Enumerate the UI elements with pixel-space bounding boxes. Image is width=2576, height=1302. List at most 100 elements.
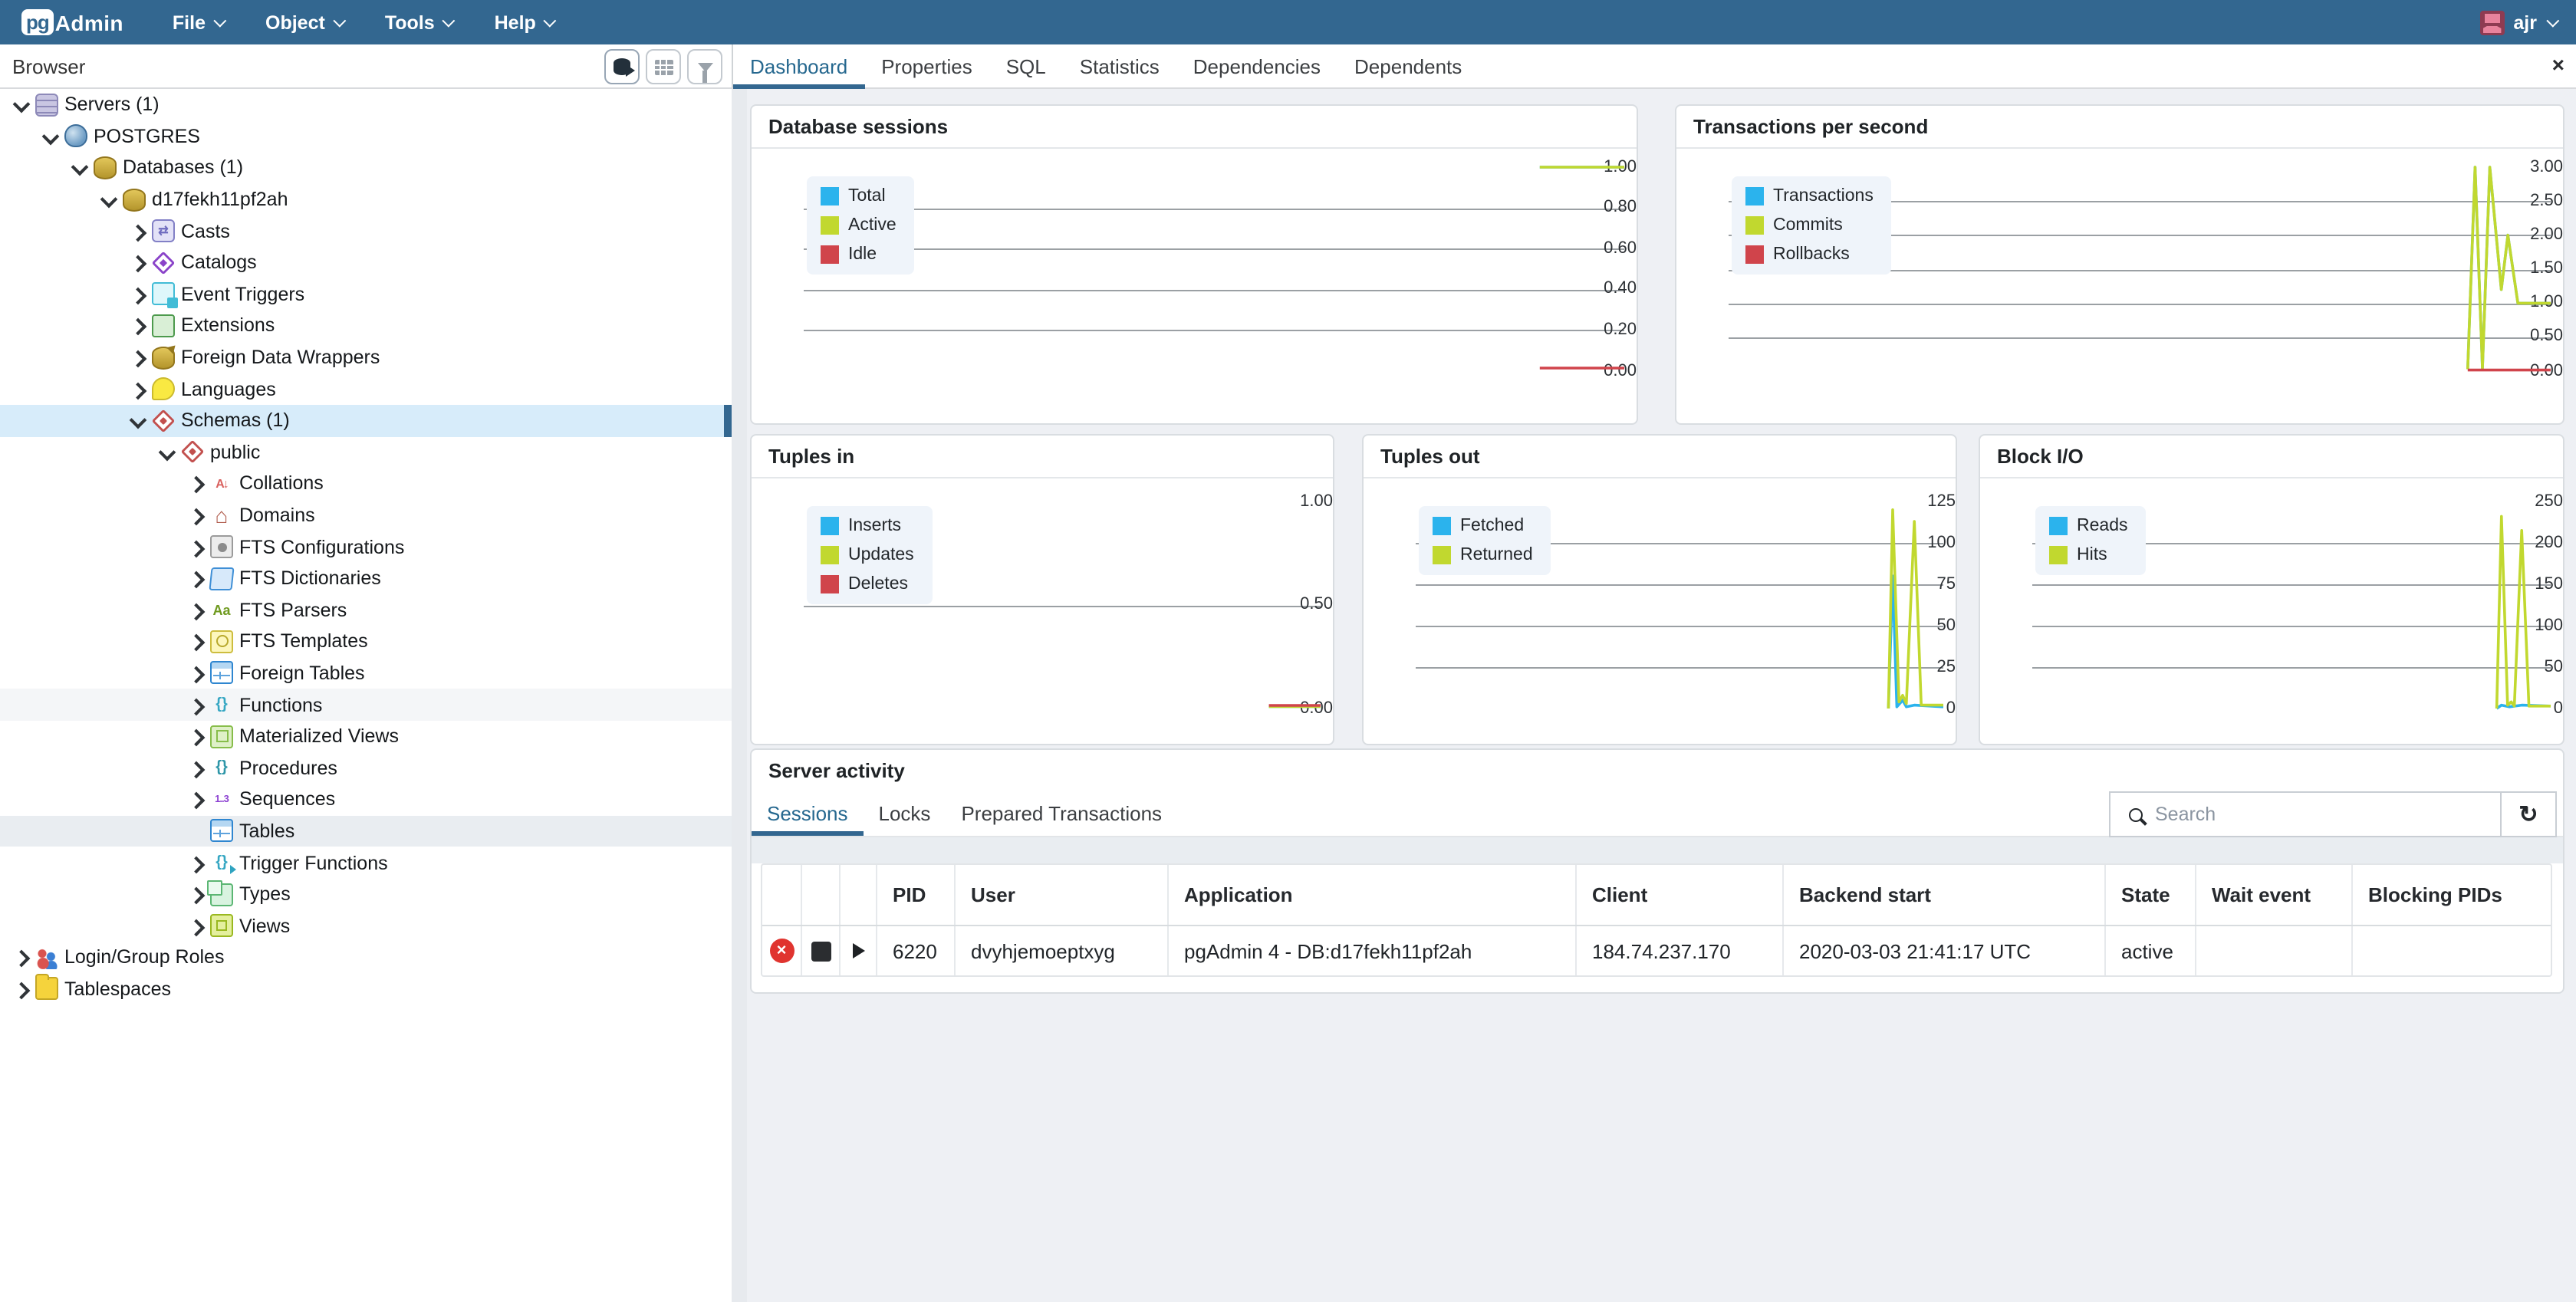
tree-item-label: Foreign Tables	[239, 663, 365, 684]
tab-sql[interactable]: SQL	[989, 44, 1063, 87]
legend-swatch	[2049, 546, 2068, 564]
tree-item-views[interactable]: Views	[0, 910, 732, 942]
roles-icon	[35, 946, 58, 969]
chevron-down-icon[interactable]	[12, 96, 31, 114]
tree-item-extensions[interactable]: Extensions	[0, 310, 732, 341]
tree-item-procedures[interactable]: {}Procedures	[0, 752, 732, 784]
tree-item-types[interactable]: Types	[0, 879, 732, 910]
chevron-right-icon[interactable]	[187, 727, 206, 745]
tree-item-fts-configurations[interactable]: FTS Configurations	[0, 531, 732, 563]
chevron-right-icon[interactable]	[12, 949, 31, 967]
tree-item-domains[interactable]: ⌂Domains	[0, 499, 732, 531]
tree-item-sequences[interactable]: 1..3Sequences	[0, 784, 732, 815]
chevron-right-icon[interactable]	[12, 980, 31, 998]
chart-legend: FetchedReturned	[1419, 506, 1551, 575]
browser-toolbar	[604, 49, 722, 84]
chevron-down-icon[interactable]	[158, 443, 176, 462]
menu-help[interactable]: Help	[476, 0, 571, 44]
chevron-right-icon[interactable]	[187, 885, 206, 903]
tab-dependents[interactable]: Dependents	[1337, 44, 1479, 87]
tree-item-postgres[interactable]: POSTGRES	[0, 120, 732, 152]
func-icon: {}	[210, 693, 233, 716]
chevron-down-icon[interactable]	[129, 411, 147, 429]
chevron-right-icon[interactable]	[129, 348, 147, 367]
pgadmin-logo[interactable]: pgAdmin	[21, 9, 123, 35]
chevron-down-icon[interactable]	[41, 127, 60, 146]
user-menu[interactable]: ajr	[2479, 10, 2555, 35]
tree-item-trigger-functions[interactable]: {}Trigger Functions	[0, 847, 732, 879]
user-avatar	[2479, 10, 2504, 35]
chart-tuples-out: 1251007550250FetchedReturned	[1364, 478, 1956, 744]
activity-tab-prepared-transactions[interactable]: Prepared Transactions	[946, 790, 1177, 836]
chevron-right-icon[interactable]	[187, 853, 206, 872]
legend-label: Transactions	[1773, 187, 1874, 205]
chevron-down-icon[interactable]	[100, 190, 118, 209]
tab-properties[interactable]: Properties	[864, 44, 989, 87]
chevron-right-icon[interactable]	[129, 222, 147, 240]
menu-file[interactable]: File	[154, 0, 241, 44]
tree-item-tables[interactable]: Tables	[0, 815, 732, 847]
tree-item-event-triggers[interactable]: Event Triggers	[0, 278, 732, 310]
cell-user: dvyhjemoeptxyg	[956, 926, 1169, 975]
close-icon[interactable]: ×	[2552, 52, 2564, 77]
chevron-right-icon[interactable]	[187, 475, 206, 493]
tree-item-schemas-1-[interactable]: Schemas (1)	[0, 405, 732, 436]
tab-dashboard[interactable]: Dashboard	[733, 44, 864, 87]
chevron-right-icon[interactable]	[187, 916, 206, 935]
refresh-button[interactable]: ↻	[2500, 793, 2555, 836]
tree-item-materialized-views[interactable]: Materialized Views	[0, 721, 732, 752]
chevron-right-icon[interactable]	[129, 317, 147, 335]
tree-item-languages[interactable]: Languages	[0, 373, 732, 405]
chevron-down-icon[interactable]	[71, 159, 89, 177]
chevron-right-icon[interactable]	[129, 254, 147, 272]
tree-item-fts-templates[interactable]: FTS Templates	[0, 626, 732, 657]
cancel-query-icon[interactable]	[811, 941, 831, 961]
tree-item-login-group-roles[interactable]: Login/Group Roles	[0, 942, 732, 973]
filtered-rows-button[interactable]	[687, 49, 722, 84]
query-tool-button[interactable]	[604, 49, 640, 84]
chevron-right-icon[interactable]	[187, 506, 206, 524]
expand-row-icon[interactable]	[852, 943, 864, 958]
cell-state: active	[2106, 926, 2196, 975]
menu-object[interactable]: Object	[247, 0, 360, 44]
search-input[interactable]	[2143, 804, 2500, 825]
tree-item-d17fekh11pf2ah[interactable]: d17fekh11pf2ah	[0, 184, 732, 215]
chevron-right-icon[interactable]	[129, 285, 147, 304]
tab-statistics[interactable]: Statistics	[1063, 44, 1176, 87]
activity-tab-sessions[interactable]: Sessions	[752, 790, 864, 836]
tree-item-fts-parsers[interactable]: AaFTS Parsers	[0, 594, 732, 626]
tree-item-casts[interactable]: ⇄Casts	[0, 215, 732, 247]
menu-tools[interactable]: Tools	[367, 0, 470, 44]
chevron-right-icon[interactable]	[187, 664, 206, 682]
chevron-right-icon[interactable]	[187, 601, 206, 620]
chevron-right-icon[interactable]	[129, 380, 147, 398]
tab-dependencies[interactable]: Dependencies	[1176, 44, 1337, 87]
tree-item-public[interactable]: public	[0, 436, 732, 468]
cell-terminate: ×	[762, 926, 802, 975]
tree-item-collations[interactable]: A↓Collations	[0, 468, 732, 499]
chevron-right-icon[interactable]	[187, 791, 206, 809]
view-data-button[interactable]	[646, 49, 681, 84]
chevron-right-icon[interactable]	[187, 695, 206, 714]
legend-swatch	[1745, 245, 1764, 264]
legend-entry: Hits	[2049, 546, 2128, 564]
tree-item-servers-1-[interactable]: Servers (1)	[0, 89, 732, 120]
legend-label: Total	[848, 187, 886, 205]
tree-item-foreign-data-wrappers[interactable]: Foreign Data Wrappers	[0, 342, 732, 373]
tree-item-foreign-tables[interactable]: Foreign Tables	[0, 657, 732, 689]
panel-splitter[interactable]	[732, 89, 747, 1302]
chevron-right-icon[interactable]	[187, 538, 206, 556]
tree-item-label: Functions	[239, 694, 322, 715]
chevron-right-icon[interactable]	[187, 633, 206, 651]
terminate-session-icon[interactable]: ×	[769, 939, 794, 963]
tree-item-fts-dictionaries[interactable]: FTS Dictionaries	[0, 563, 732, 594]
chevron-right-icon[interactable]	[187, 759, 206, 778]
activity-tab-locks[interactable]: Locks	[864, 790, 946, 836]
tree-item-databases-1-[interactable]: Databases (1)	[0, 152, 732, 183]
tree-item-label: Event Triggers	[181, 284, 304, 305]
tree-item-tablespaces[interactable]: Tablespaces	[0, 973, 732, 1004]
tree-item-catalogs[interactable]: Catalogs	[0, 247, 732, 278]
tree-item-functions[interactable]: {} Functions	[0, 689, 732, 721]
chevron-right-icon[interactable]	[187, 569, 206, 587]
sub-bar: Browser DashboardPropertiesSQLStatistics…	[0, 44, 2576, 89]
